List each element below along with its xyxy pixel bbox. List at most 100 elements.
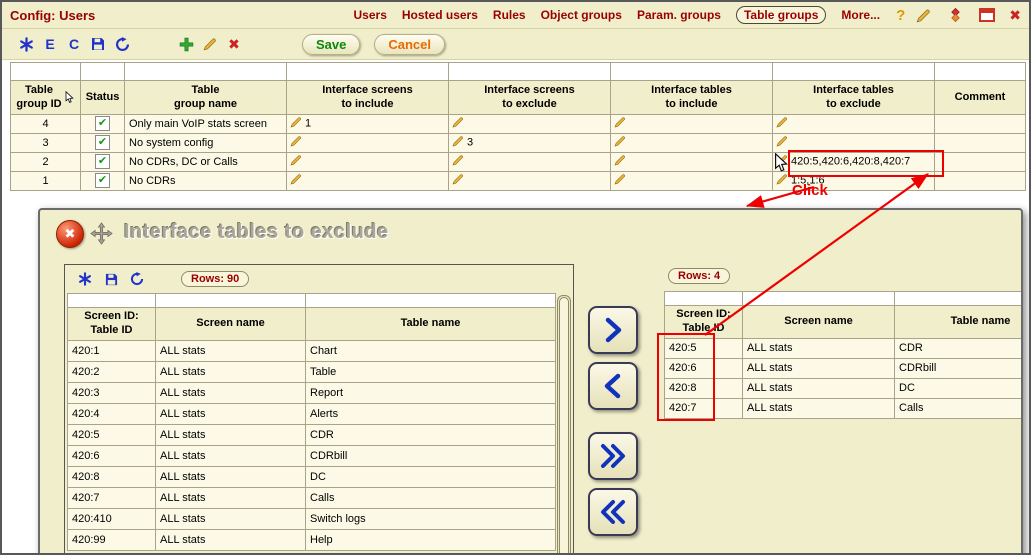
col-header-group-name[interactable]: Table group name (124, 80, 287, 115)
col-header-comment[interactable]: Comment (934, 80, 1026, 115)
status-checkbox[interactable]: ✔ (95, 154, 110, 170)
edit-pencil-icon[interactable] (776, 173, 788, 188)
cell-tables-include[interactable] (610, 151, 773, 172)
list-item[interactable]: 420:6 ALL stats CDRbill (67, 444, 556, 467)
list-item[interactable]: 420:8 ALL stats DC (67, 465, 556, 488)
col-header-screens-exclude[interactable]: Interface screens to exclude (448, 80, 611, 115)
nav-rules[interactable]: Rules (493, 8, 526, 22)
close-icon[interactable]: ✖ (1009, 7, 1021, 24)
col-header-tables-exclude[interactable]: Interface tables to exclude (772, 80, 935, 115)
list-item[interactable]: 420:4 ALL stats Alerts (67, 402, 556, 425)
cell-tables-include[interactable] (610, 113, 773, 134)
filter-cell[interactable] (448, 62, 611, 81)
clear-filter-icon[interactable] (16, 34, 36, 54)
col-header-screens-include[interactable]: Interface screens to include (286, 80, 449, 115)
filter-cell[interactable] (772, 62, 935, 81)
refresh-icon[interactable] (112, 34, 132, 54)
nav-more[interactable]: More... (841, 8, 880, 22)
edit-pencil-icon[interactable] (290, 116, 302, 131)
list-item[interactable]: 420:410 ALL stats Switch logs (67, 507, 556, 530)
edit-pencil-icon[interactable] (776, 116, 788, 131)
list-item[interactable]: 420:5 ALL stats CDR (664, 337, 1021, 359)
filter-cell[interactable] (664, 291, 743, 306)
edit-pencil-icon[interactable] (290, 173, 302, 188)
list-item[interactable]: 420:99 ALL stats Help (67, 528, 556, 551)
cell-screens-include[interactable] (286, 151, 449, 172)
filter-cell[interactable] (894, 291, 1021, 306)
filter-cell[interactable] (10, 62, 81, 81)
move-all-left-button[interactable] (588, 488, 638, 536)
filter-cell[interactable] (610, 62, 773, 81)
edit-pencil-icon[interactable] (452, 116, 464, 131)
list-item[interactable]: 420:3 ALL stats Report (67, 381, 556, 404)
dialog-close-button[interactable]: ✖ (56, 220, 84, 248)
cell-tables-exclude[interactable] (772, 132, 935, 153)
cell-screens-include[interactable] (286, 170, 449, 191)
delete-row-icon[interactable]: ✖ (224, 34, 244, 54)
col-header-table-group-id[interactable]: Table group ID (10, 80, 81, 115)
col-header-screen-name[interactable]: Screen name (155, 307, 306, 341)
cancel-button[interactable]: Cancel (374, 33, 446, 55)
skins-icon[interactable] (945, 5, 965, 25)
filter-cell[interactable] (305, 293, 556, 308)
clear-filter-icon[interactable] (75, 269, 95, 289)
expand-icon[interactable]: E (40, 34, 60, 54)
col-header-tables-include[interactable]: Interface tables to include (610, 80, 773, 115)
status-checkbox[interactable]: ✔ (95, 116, 110, 132)
list-item[interactable]: 420:7 ALL stats Calls (67, 486, 556, 509)
move-icon[interactable] (90, 222, 113, 250)
filter-cell[interactable] (67, 293, 156, 308)
vertical-scrollbar[interactable] (557, 295, 571, 553)
filter-cell[interactable] (124, 62, 287, 81)
filter-cell[interactable] (155, 293, 306, 308)
list-item[interactable]: 420:1 ALL stats Chart (67, 339, 556, 362)
save-disk-icon[interactable] (101, 269, 121, 289)
filter-cell[interactable] (742, 291, 895, 306)
nav-table-groups[interactable]: Table groups (735, 6, 827, 24)
add-row-icon[interactable] (176, 34, 196, 54)
cell-screens-exclude[interactable] (448, 151, 611, 172)
edit-pencil-icon[interactable] (290, 154, 302, 169)
col-header-table-name[interactable]: Table name (894, 305, 1021, 339)
nav-users[interactable]: Users (354, 8, 387, 22)
edit-pencil-icon[interactable] (290, 135, 302, 150)
save-disk-icon[interactable] (88, 34, 108, 54)
status-checkbox[interactable]: ✔ (95, 173, 110, 189)
nav-hosted-users[interactable]: Hosted users (402, 8, 478, 22)
filter-cell[interactable] (286, 62, 449, 81)
edit-row-pencil-icon[interactable] (200, 34, 220, 54)
window-icon[interactable] (977, 5, 997, 25)
edit-pencil-icon[interactable] (452, 154, 464, 169)
edit-pencil-icon[interactable] (776, 135, 788, 150)
cell-tables-include[interactable] (610, 170, 773, 191)
cell-tables-exclude[interactable]: 420:5,420:6,420:8,420:7 (772, 151, 935, 172)
edit-pencil-icon[interactable] (452, 135, 464, 150)
list-item[interactable]: 420:8 ALL stats DC (664, 377, 1021, 399)
collapse-icon[interactable]: C (64, 34, 84, 54)
list-item[interactable]: 420:5 ALL stats CDR (67, 423, 556, 446)
col-header-table-name[interactable]: Table name (305, 307, 556, 341)
nav-object-groups[interactable]: Object groups (541, 8, 622, 22)
move-all-right-button[interactable] (588, 432, 638, 480)
cell-screens-include[interactable] (286, 132, 449, 153)
edit-pencil-icon[interactable] (913, 5, 933, 25)
cell-screens-exclude[interactable] (448, 113, 611, 134)
list-item[interactable]: 420:2 ALL stats Table (67, 360, 556, 383)
edit-pencil-icon[interactable] (452, 173, 464, 188)
filter-cell[interactable] (934, 62, 1026, 81)
move-left-button[interactable] (588, 362, 638, 410)
cell-screens-exclude[interactable]: 3 (448, 132, 611, 153)
edit-pencil-icon[interactable] (776, 154, 788, 169)
filter-cell[interactable] (80, 62, 125, 81)
status-checkbox[interactable]: ✔ (95, 135, 110, 151)
edit-pencil-icon[interactable] (614, 135, 626, 150)
nav-param-groups[interactable]: Param. groups (637, 8, 721, 22)
col-header-screen-table-id[interactable]: Screen ID: Table ID (664, 305, 743, 339)
edit-pencil-icon[interactable] (614, 154, 626, 169)
col-header-screen-table-id[interactable]: Screen ID: Table ID (67, 307, 156, 341)
edit-pencil-icon[interactable] (614, 116, 626, 131)
cell-tables-exclude[interactable]: 1:5,1:6 (772, 170, 935, 191)
list-item[interactable]: 420:7 ALL stats Calls (664, 397, 1021, 419)
move-right-button[interactable] (588, 306, 638, 354)
list-item[interactable]: 420:6 ALL stats CDRbill (664, 357, 1021, 379)
